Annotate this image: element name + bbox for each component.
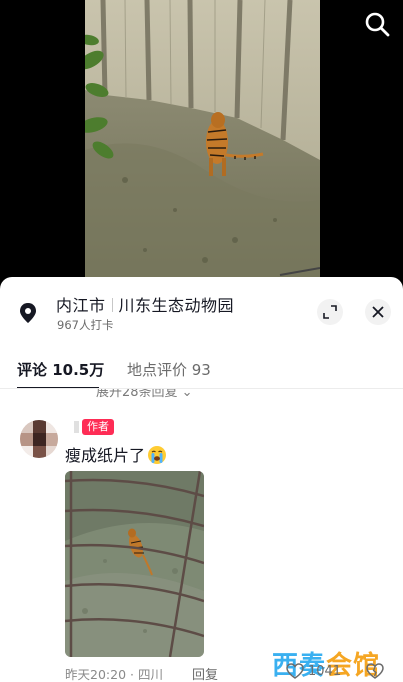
video-frame-tiger-enclosure	[85, 0, 320, 285]
comment-tabs: 评论 10.5万 地点评价 93	[0, 357, 403, 391]
meta-separator: ·	[126, 667, 138, 682]
location-header[interactable]: 内江市 川东生态动物园 967人打卡	[0, 277, 403, 343]
comment-region: 四川	[137, 667, 163, 682]
reply-button[interactable]: 回复	[192, 664, 218, 682]
broken-heart-icon	[366, 663, 384, 679]
tab-comments[interactable]: 评论 10.5万	[17, 359, 104, 380]
checkin-count: 967人打卡	[57, 318, 114, 332]
comment-meta: 昨天20:20 · 四川	[65, 664, 163, 682]
close-icon	[372, 306, 384, 318]
crying-emoji-icon	[147, 445, 167, 465]
expand-icon	[323, 305, 337, 319]
tabs-divider	[0, 388, 403, 389]
heart-icon	[286, 663, 304, 679]
comment-image[interactable]	[65, 471, 204, 657]
author-badge: 作者	[82, 419, 114, 435]
author-name-redacted[interactable]	[74, 421, 79, 433]
avatar[interactable]	[20, 420, 58, 458]
location-name[interactable]: 内江市 川东生态动物园	[56, 292, 234, 316]
comment-body: 瘦成纸片了	[65, 446, 146, 465]
dislike-button[interactable]	[366, 663, 384, 682]
location-pin-icon	[18, 302, 38, 324]
comment-time: 昨天20:20	[65, 667, 127, 682]
like-count: 1041	[308, 663, 342, 679]
location-comments-sheet: 内江市 川东生态动物园 967人打卡 评论 10.5万 地点评价 93 展开28条…	[0, 277, 403, 682]
search-icon[interactable]	[363, 10, 391, 38]
video-player[interactable]	[0, 0, 403, 285]
like-button[interactable]: 1041	[286, 663, 341, 679]
comment-text: 瘦成纸片了	[65, 442, 167, 466]
location-city: 内江市	[56, 296, 106, 315]
close-button[interactable]	[365, 299, 391, 325]
expand-button[interactable]	[317, 299, 343, 325]
location-divider	[111, 298, 113, 312]
tab-location-reviews[interactable]: 地点评价 93	[127, 359, 211, 380]
location-place: 川东生态动物园	[118, 296, 235, 315]
